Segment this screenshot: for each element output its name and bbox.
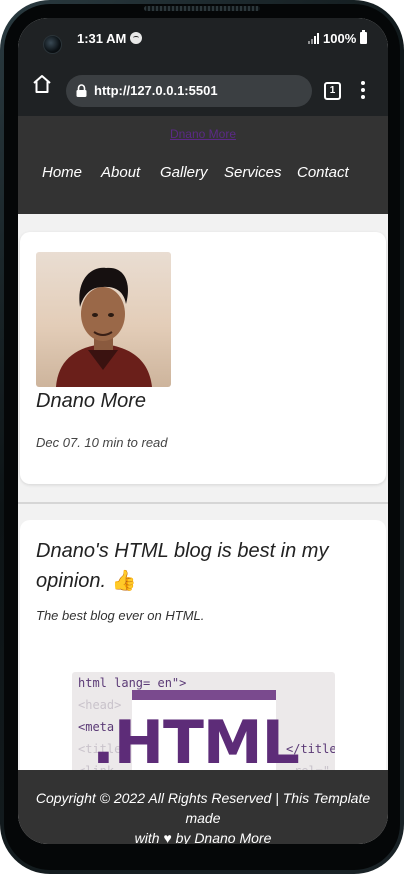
site-footer: Copyright © 2022 All Rights Reserved | T…	[18, 770, 388, 844]
battery-percentage: 100%	[323, 31, 357, 46]
main-nav: Home About Gallery Services Contact	[18, 164, 388, 188]
post-subtitle: The best blog ever on HTML.	[36, 608, 205, 623]
camera-icon	[43, 35, 62, 54]
author-name: Dnano More	[36, 390, 147, 412]
nav-gallery[interactable]: Gallery	[160, 164, 208, 181]
phone-speaker	[144, 6, 260, 11]
tabs-icon[interactable]: 1	[324, 82, 341, 100]
html-logo-text: .HTML	[92, 708, 300, 778]
status-time: 1:31 AM	[77, 31, 127, 46]
phone-frame: 1:31 AM 100% http://127.0.0.1:5501 1 Dna…	[0, 0, 404, 874]
menu-icon[interactable]	[361, 81, 365, 99]
post-title[interactable]: Dnano's HTML blog is best in my opinion.…	[36, 536, 366, 596]
author-avatar	[36, 252, 171, 387]
phone-screen: 1:31 AM 100% http://127.0.0.1:5501 1 Dna…	[18, 18, 388, 844]
home-icon[interactable]	[32, 74, 52, 94]
window-bar	[132, 690, 276, 700]
blog-post-card: Dnano's HTML blog is best in my opinion.…	[20, 520, 386, 800]
footer-copyright: Copyright © 2022 All Rights Reserved | T…	[35, 790, 371, 826]
footer-text: Copyright © 2022 All Rights Reserved | T…	[18, 788, 388, 844]
heart-icon: ♥	[163, 830, 172, 844]
nav-about[interactable]: About	[101, 164, 140, 181]
nav-services[interactable]: Services	[224, 164, 282, 181]
post-meta: Dec 07. 10 min to read	[36, 435, 168, 450]
brand-link[interactable]: Dnano More	[18, 127, 388, 141]
footer-author: by Dnano More	[175, 830, 272, 844]
thumbs-up-icon: 👍	[111, 570, 137, 592]
footer-with: with	[134, 830, 160, 844]
url-text: http://127.0.0.1:5501	[94, 83, 218, 98]
page-content: Dnano More Dec 07. 10 min to read Dnano'…	[18, 214, 388, 800]
code-line: html lang= en">	[78, 676, 187, 690]
status-bar: 1:31 AM 100%	[18, 18, 388, 58]
signal-icon	[308, 33, 320, 44]
lock-icon	[76, 84, 87, 97]
address-bar[interactable]: http://127.0.0.1:5501	[66, 75, 312, 107]
nav-contact[interactable]: Contact	[297, 164, 349, 181]
battery-icon	[360, 30, 367, 44]
spotify-icon	[130, 32, 142, 44]
nav-home[interactable]: Home	[42, 164, 82, 181]
post-title-text: Dnano's HTML blog is best in my opinion.	[36, 540, 329, 592]
browser-toolbar: http://127.0.0.1:5501 1	[18, 58, 388, 116]
section-divider	[18, 502, 388, 504]
author-card: Dnano More Dec 07. 10 min to read	[20, 232, 386, 484]
site-header: Dnano More Home About Gallery Services C…	[18, 116, 388, 214]
